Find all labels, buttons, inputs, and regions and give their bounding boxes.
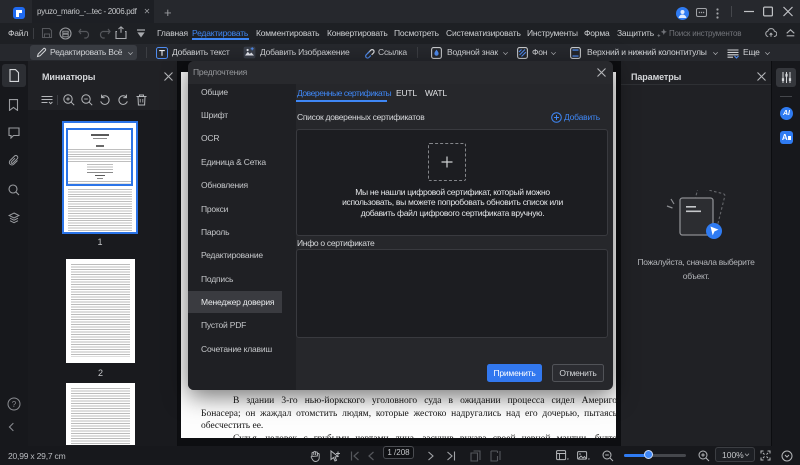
svg-text:?: ? [12,400,17,409]
